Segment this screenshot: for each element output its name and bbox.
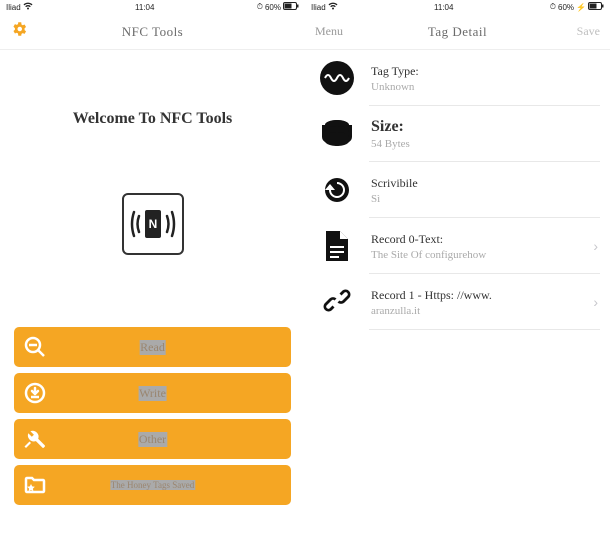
size-value: 54 Bytes <box>371 138 598 150</box>
chevron-right-icon: › <box>587 294 598 310</box>
screen-nfc-tools: Iliad 11:04 ⏱ 60% NFC Tools Welcome To N… <box>0 0 305 539</box>
saved-label: The Honey Tags Saved <box>110 480 195 490</box>
time-label: 11:04 <box>135 3 154 12</box>
read-label: Read <box>139 340 166 355</box>
writable-icon <box>317 170 357 210</box>
size-title: Size: <box>371 118 598 138</box>
tagtype-icon <box>317 58 357 98</box>
action-buttons: Read Write Other The Honey Tags Saved <box>0 327 305 505</box>
folder-icon <box>22 472 48 498</box>
write-button[interactable]: Write <box>14 373 291 413</box>
battery-percent: 60% <box>558 3 574 12</box>
nav-bar: NFC Tools <box>0 14 305 50</box>
row-record0[interactable]: Record 0-Text: The Site Of configurehow … <box>305 218 610 274</box>
status-bar: Iliad 11:04 ⏱ 60% <box>0 0 305 14</box>
detail-list: Tag Type: Unknown Size: 54 Bytes Scrivib… <box>305 50 610 330</box>
screen-tag-detail: Iliad 11:04 ⏱ 60% ⚡ Menu Tag Detail Save <box>305 0 610 539</box>
read-button[interactable]: Read <box>14 327 291 367</box>
row-tagtype: Tag Type: Unknown <box>305 50 610 106</box>
tagtype-title: Tag Type: <box>371 64 598 81</box>
row-writable: Scrivibile Sì <box>305 162 610 218</box>
row-size: Size: 54 Bytes <box>305 106 610 162</box>
row-record1[interactable]: Record 1 - Https: //www. aranzulla.it › <box>305 274 610 330</box>
record0-title: Record 0-Text: <box>371 232 587 249</box>
other-label: Other <box>138 432 167 447</box>
record1-value: aranzulla.it <box>371 305 587 317</box>
save-button[interactable]: Save <box>577 24 600 39</box>
chevron-right-icon: › <box>587 238 598 254</box>
welcome-heading: Welcome To NFC Tools <box>0 110 305 128</box>
writable-title: Scrivibile <box>371 176 598 193</box>
carrier-label: Iliad <box>6 3 21 12</box>
other-button[interactable]: Other <box>14 419 291 459</box>
charging-icon: ⚡ <box>576 3 586 12</box>
page-title: Tag Detail <box>428 24 487 40</box>
carrier-label: Iliad <box>311 3 326 12</box>
status-bar: Iliad 11:04 ⏱ 60% ⚡ <box>305 0 610 14</box>
write-icon <box>22 380 48 406</box>
menu-button[interactable]: Menu <box>315 24 343 39</box>
document-icon <box>317 226 357 266</box>
wifi-icon <box>328 2 338 12</box>
tagtype-value: Unknown <box>371 81 598 93</box>
size-icon <box>317 114 357 154</box>
record0-value: The Site Of configurehow <box>371 249 587 261</box>
battery-percent: 60% <box>265 3 281 12</box>
read-icon <box>22 334 48 360</box>
alarm-icon: ⏱ <box>257 2 263 12</box>
app-title: NFC Tools <box>122 24 184 40</box>
saved-button[interactable]: The Honey Tags Saved <box>14 465 291 505</box>
nav-bar: Menu Tag Detail Save <box>305 14 610 50</box>
battery-icon <box>588 2 604 12</box>
time-label: 11:04 <box>434 3 453 12</box>
write-label: Write <box>138 386 167 401</box>
wifi-icon <box>23 2 33 12</box>
link-icon <box>317 282 357 322</box>
svg-text:N: N <box>148 217 157 231</box>
nfc-logo: N <box>122 193 184 255</box>
tools-icon <box>22 426 48 452</box>
battery-icon <box>283 2 299 12</box>
record1-title: Record 1 - Https: //www. <box>371 288 587 305</box>
gear-icon[interactable] <box>10 20 28 43</box>
writable-value: Sì <box>371 193 598 205</box>
alarm-icon: ⏱ <box>550 2 556 12</box>
